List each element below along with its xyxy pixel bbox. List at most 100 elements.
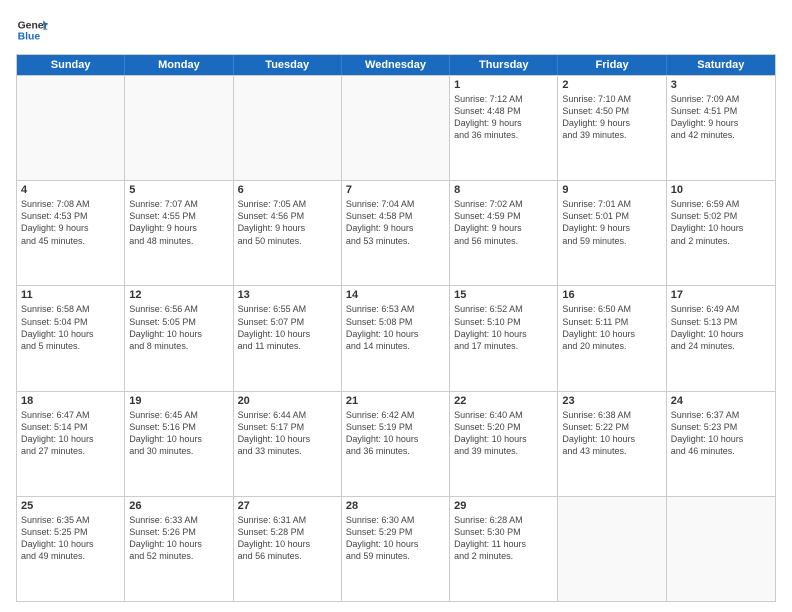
day-number: 13 (238, 289, 337, 301)
day-cell-26: 26Sunrise: 6:33 AM Sunset: 5:26 PM Dayli… (125, 497, 233, 601)
day-number: 11 (21, 289, 120, 301)
day-number: 4 (21, 184, 120, 196)
empty-cell-0-1 (125, 76, 233, 180)
day-number: 27 (238, 500, 337, 512)
day-number: 10 (671, 184, 771, 196)
svg-text:Blue: Blue (18, 32, 41, 43)
day-cell-27: 27 Sunrise: 6:31 AM Sunset: 5:28 PM Dayli… (234, 497, 342, 601)
day-cell-22: 22 Sunrise: 6:40 AM Sunset: 5:20 PM Dayli… (450, 392, 558, 496)
day-cell-29: 29 Sunrise: 6:28 AM Sunset: 5:30 PM Dayli… (450, 497, 558, 601)
day-info: Sunrise: 6:31 AM Sunset: 5:28 PM Dayligh… (238, 514, 337, 563)
day-number: 21 (346, 395, 445, 407)
day-info: Sunrise: 7:08 AM Sunset: 4:53 PM Dayligh… (21, 198, 120, 247)
day-info: Sunrise: 7:10 AM Sunset: 4:50 PM Dayligh… (562, 93, 661, 142)
calendar-row-3: 18 Sunrise: 6:47 AM Sunset: 5:14 PM Dayli… (17, 391, 775, 496)
calendar-body: 1 Sunrise: 7:12 AM Sunset: 4:48 PM Daylig… (17, 75, 775, 601)
day-number: 18 (21, 395, 120, 407)
header-day-wednesday: Wednesday (342, 55, 450, 75)
day-number: 19 (129, 395, 228, 407)
day-number: 25 (21, 500, 120, 512)
day-number: 12 (129, 289, 228, 301)
day-cell-9: 9Sunrise: 7:01 AM Sunset: 5:01 PM Daylig… (558, 181, 666, 285)
day-cell-3: 3 Sunrise: 7:09 AM Sunset: 4:51 PM Daylig… (667, 76, 775, 180)
day-number: 3 (671, 79, 771, 91)
day-cell-5: 5 Sunrise: 7:07 AM Sunset: 4:55 PM Daylig… (125, 181, 233, 285)
day-info: Sunrise: 7:02 AM Sunset: 4:59 PM Dayligh… (454, 198, 553, 247)
page: General Blue SundayMondayTuesdayWednesda… (0, 0, 792, 612)
day-number: 14 (346, 289, 445, 301)
logo: General Blue (16, 14, 48, 46)
day-info: Sunrise: 6:55 AM Sunset: 5:07 PM Dayligh… (238, 303, 337, 352)
day-cell-7: 7Sunrise: 7:04 AM Sunset: 4:58 PM Daylig… (342, 181, 450, 285)
day-info: Sunrise: 6:40 AM Sunset: 5:20 PM Dayligh… (454, 409, 553, 458)
day-cell-6: 6 Sunrise: 7:05 AM Sunset: 4:56 PM Daylig… (234, 181, 342, 285)
day-number: 16 (562, 289, 661, 301)
day-cell-12: 12Sunrise: 6:56 AM Sunset: 5:05 PM Dayli… (125, 286, 233, 390)
calendar-row-1: 4 Sunrise: 7:08 AM Sunset: 4:53 PM Daylig… (17, 180, 775, 285)
day-number: 2 (562, 79, 661, 91)
day-cell-15: 15 Sunrise: 6:52 AM Sunset: 5:10 PM Dayli… (450, 286, 558, 390)
logo-icon: General Blue (16, 14, 48, 46)
day-cell-13: 13 Sunrise: 6:55 AM Sunset: 5:07 PM Dayli… (234, 286, 342, 390)
day-cell-16: 16 Sunrise: 6:50 AM Sunset: 5:11 PM Dayli… (558, 286, 666, 390)
day-number: 22 (454, 395, 553, 407)
day-info: Sunrise: 6:33 AM Sunset: 5:26 PM Dayligh… (129, 514, 228, 563)
header-day-saturday: Saturday (667, 55, 775, 75)
empty-cell-4-5 (558, 497, 666, 601)
day-cell-17: 17 Sunrise: 6:49 AM Sunset: 5:13 PM Dayli… (667, 286, 775, 390)
calendar-row-0: 1 Sunrise: 7:12 AM Sunset: 4:48 PM Daylig… (17, 75, 775, 180)
header-day-friday: Friday (558, 55, 666, 75)
header-day-sunday: Sunday (17, 55, 125, 75)
calendar-header: SundayMondayTuesdayWednesdayThursdayFrid… (17, 55, 775, 75)
day-info: Sunrise: 7:09 AM Sunset: 4:51 PM Dayligh… (671, 93, 771, 142)
day-cell-11: 11Sunrise: 6:58 AM Sunset: 5:04 PM Dayli… (17, 286, 125, 390)
day-number: 8 (454, 184, 553, 196)
day-cell-20: 20Sunrise: 6:44 AM Sunset: 5:17 PM Dayli… (234, 392, 342, 496)
day-info: Sunrise: 7:12 AM Sunset: 4:48 PM Dayligh… (454, 93, 553, 142)
day-number: 5 (129, 184, 228, 196)
day-number: 15 (454, 289, 553, 301)
empty-cell-0-3 (342, 76, 450, 180)
day-number: 24 (671, 395, 771, 407)
header: General Blue (16, 14, 776, 46)
empty-cell-0-2 (234, 76, 342, 180)
day-info: Sunrise: 6:45 AM Sunset: 5:16 PM Dayligh… (129, 409, 228, 458)
day-number: 17 (671, 289, 771, 301)
day-number: 29 (454, 500, 553, 512)
header-day-thursday: Thursday (450, 55, 558, 75)
day-number: 7 (346, 184, 445, 196)
calendar-row-4: 25 Sunrise: 6:35 AM Sunset: 5:25 PM Dayli… (17, 496, 775, 601)
calendar: SundayMondayTuesdayWednesdayThursdayFrid… (16, 54, 776, 602)
day-info: Sunrise: 6:50 AM Sunset: 5:11 PM Dayligh… (562, 303, 661, 352)
day-cell-4: 4 Sunrise: 7:08 AM Sunset: 4:53 PM Daylig… (17, 181, 125, 285)
day-info: Sunrise: 6:59 AM Sunset: 5:02 PM Dayligh… (671, 198, 771, 247)
day-info: Sunrise: 6:49 AM Sunset: 5:13 PM Dayligh… (671, 303, 771, 352)
day-cell-28: 28Sunrise: 6:30 AM Sunset: 5:29 PM Dayli… (342, 497, 450, 601)
day-cell-19: 19 Sunrise: 6:45 AM Sunset: 5:16 PM Dayli… (125, 392, 233, 496)
day-info: Sunrise: 7:05 AM Sunset: 4:56 PM Dayligh… (238, 198, 337, 247)
day-info: Sunrise: 6:38 AM Sunset: 5:22 PM Dayligh… (562, 409, 661, 458)
day-info: Sunrise: 6:47 AM Sunset: 5:14 PM Dayligh… (21, 409, 120, 458)
day-info: Sunrise: 6:52 AM Sunset: 5:10 PM Dayligh… (454, 303, 553, 352)
calendar-row-2: 11Sunrise: 6:58 AM Sunset: 5:04 PM Dayli… (17, 285, 775, 390)
day-info: Sunrise: 7:07 AM Sunset: 4:55 PM Dayligh… (129, 198, 228, 247)
day-number: 6 (238, 184, 337, 196)
day-number: 20 (238, 395, 337, 407)
day-cell-21: 21 Sunrise: 6:42 AM Sunset: 5:19 PM Dayli… (342, 392, 450, 496)
day-number: 23 (562, 395, 661, 407)
day-number: 9 (562, 184, 661, 196)
day-cell-8: 8 Sunrise: 7:02 AM Sunset: 4:59 PM Daylig… (450, 181, 558, 285)
day-number: 1 (454, 79, 553, 91)
day-cell-24: 24 Sunrise: 6:37 AM Sunset: 5:23 PM Dayli… (667, 392, 775, 496)
day-info: Sunrise: 6:42 AM Sunset: 5:19 PM Dayligh… (346, 409, 445, 458)
day-info: Sunrise: 6:28 AM Sunset: 5:30 PM Dayligh… (454, 514, 553, 563)
header-day-monday: Monday (125, 55, 233, 75)
day-cell-1: 1 Sunrise: 7:12 AM Sunset: 4:48 PM Daylig… (450, 76, 558, 180)
day-cell-10: 10 Sunrise: 6:59 AM Sunset: 5:02 PM Dayli… (667, 181, 775, 285)
header-day-tuesday: Tuesday (234, 55, 342, 75)
empty-cell-0-0 (17, 76, 125, 180)
day-cell-2: 2 Sunrise: 7:10 AM Sunset: 4:50 PM Daylig… (558, 76, 666, 180)
empty-cell-4-6 (667, 497, 775, 601)
day-info: Sunrise: 6:37 AM Sunset: 5:23 PM Dayligh… (671, 409, 771, 458)
day-info: Sunrise: 6:35 AM Sunset: 5:25 PM Dayligh… (21, 514, 120, 563)
